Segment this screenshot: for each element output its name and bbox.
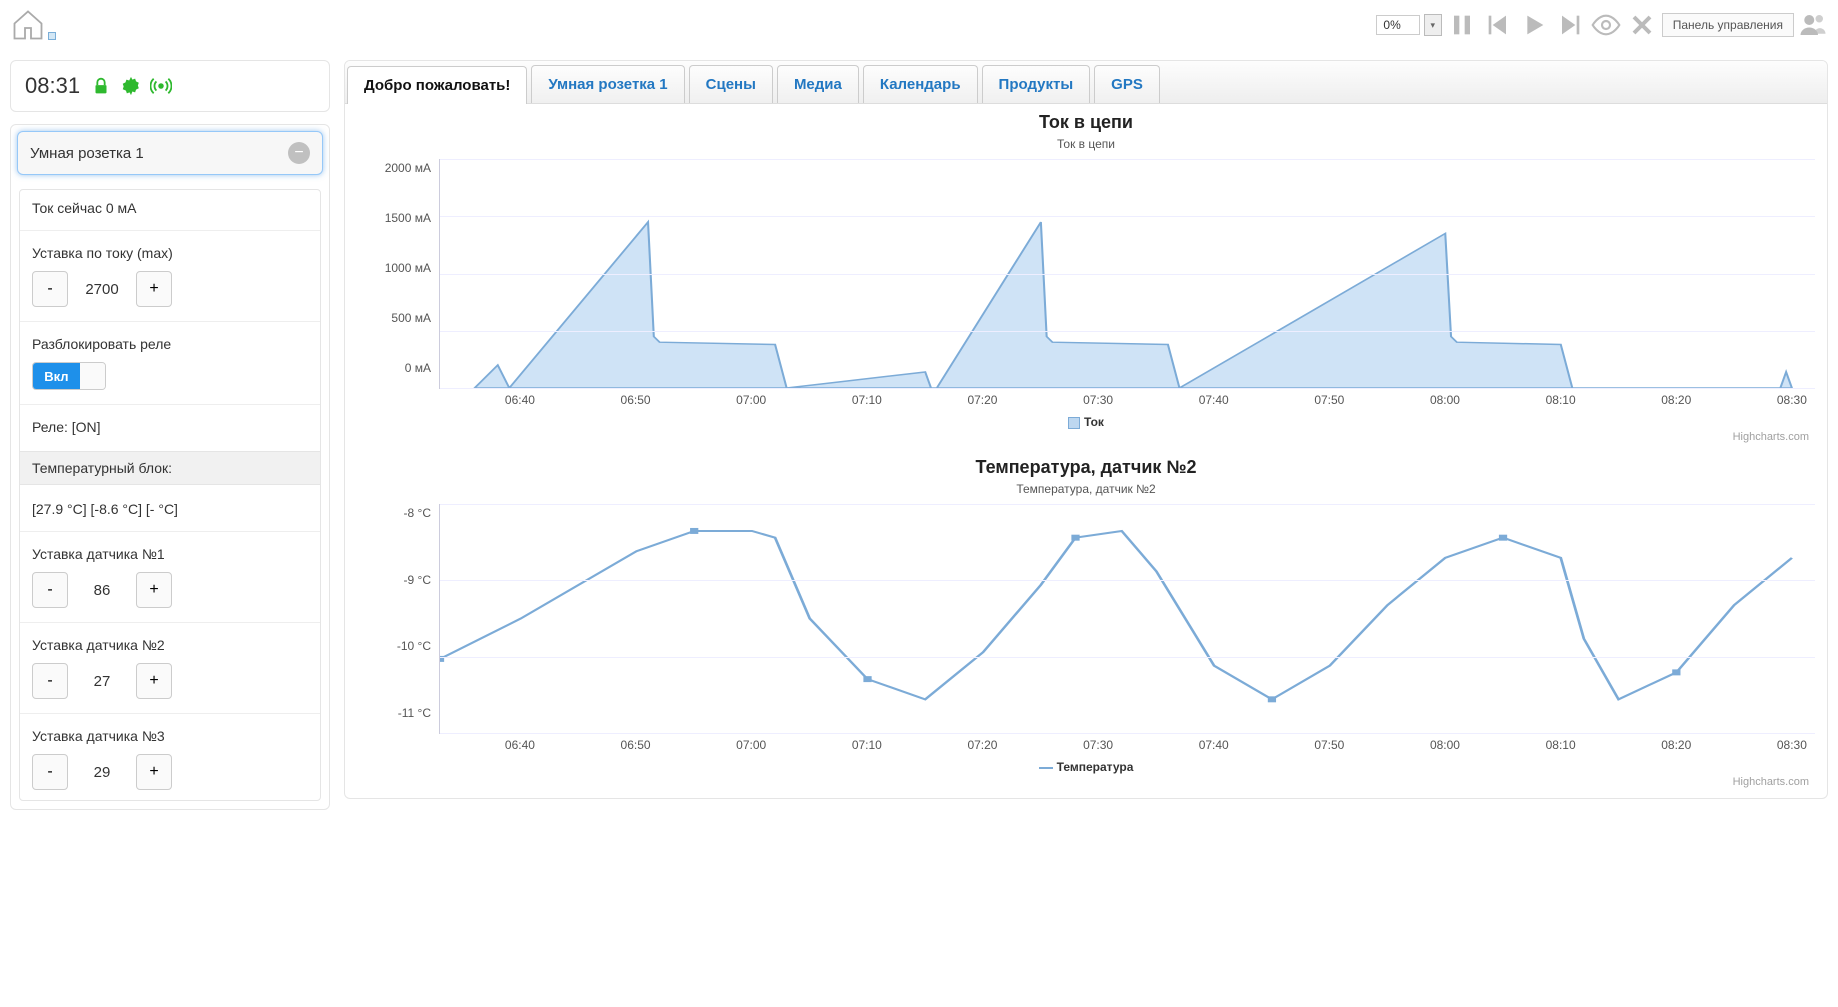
chart-temp-xaxis: 06:4006:5007:0007:1007:2007:3007:4007:50… <box>439 734 1815 752</box>
zoom-dropdown-button[interactable]: ▾ <box>1424 14 1442 36</box>
chart-current-title: Ток в цепи <box>357 112 1815 133</box>
eye-icon[interactable] <box>1590 9 1622 41</box>
tab-welcome[interactable]: Добро пожаловать! <box>347 66 527 104</box>
sensor3-label: Уставка датчика №3 <box>32 728 308 744</box>
unlock-relay-label: Разблокировать реле <box>32 336 308 352</box>
topbar: 0% ▾ Панель управления <box>0 0 1838 50</box>
tab-gps[interactable]: GPS <box>1094 65 1160 103</box>
sensor2-stepper: - 27 + <box>32 663 308 699</box>
sensor1-label: Уставка датчика №1 <box>32 546 308 562</box>
chart-current-xaxis: 06:4006:5007:0007:1007:2007:3007:4007:50… <box>439 389 1815 407</box>
clock: 08:31 <box>25 73 80 99</box>
setpoint-current-value: 2700 <box>74 273 130 306</box>
sensor3-increment[interactable]: + <box>136 754 172 790</box>
status-icons <box>90 75 172 97</box>
zoom-percent-select[interactable]: 0% <box>1376 15 1419 35</box>
home-icon[interactable] <box>10 7 46 43</box>
tab-scenes[interactable]: Сцены <box>689 65 773 103</box>
sensor3-value: 29 <box>74 756 130 789</box>
window-marker-icon <box>48 32 56 40</box>
setpoint-current-label: Уставка по току (max) <box>32 245 308 261</box>
chart-current: Ток в цепи Ток в цепи 2000 мА1500 мА1000… <box>357 108 1815 449</box>
setpoint-current-increment[interactable]: + <box>136 271 172 307</box>
chart-current-legend-text: Ток <box>1084 415 1104 429</box>
divider <box>20 321 320 322</box>
socket-panel-title: Умная розетка 1 <box>30 145 144 162</box>
collapse-button[interactable]: − <box>288 142 310 164</box>
chart-temp: Температура, датчик №2 Температура, датч… <box>357 453 1815 794</box>
socket-panel-body: Ток сейчас 0 мА Уставка по току (max) - … <box>11 181 329 809</box>
sensor1-stepper: - 86 + <box>32 572 308 608</box>
chart-temp-legend: Температура <box>357 760 1815 774</box>
sensor2-decrement[interactable]: - <box>32 663 68 699</box>
sidebar: 08:31 Умная розетка 1 − Ток сейчас 0 мА … <box>10 60 330 810</box>
chart-temp-plot <box>439 504 1815 734</box>
status-card: 08:31 <box>10 60 330 112</box>
legend-swatch-icon <box>1068 417 1080 429</box>
skip-forward-icon[interactable] <box>1554 9 1586 41</box>
signal-icon <box>150 75 172 97</box>
temp-readings: [27.9 °C] [-8.6 °C] [- °C] <box>32 501 308 517</box>
setpoint-current-stepper: - 2700 + <box>32 271 308 307</box>
tab-products[interactable]: Продукты <box>982 65 1091 103</box>
chart-temp-subtitle: Температура, датчик №2 <box>357 482 1815 496</box>
divider <box>20 531 320 532</box>
chart-current-plot <box>439 159 1815 389</box>
socket-panel-header[interactable]: Умная розетка 1 − <box>17 131 323 175</box>
tab-calendar[interactable]: Календарь <box>863 65 978 103</box>
topbar-left <box>10 7 56 43</box>
sensor2-label: Уставка датчика №2 <box>32 637 308 653</box>
lock-icon <box>90 75 112 97</box>
divider <box>20 713 320 714</box>
chart-current-legend: Ток <box>357 415 1815 429</box>
main-panel: Добро пожаловать! Умная розетка 1 Сцены … <box>344 60 1828 799</box>
relay-toggle-on: Вкл <box>33 363 80 389</box>
sensor1-value: 86 <box>74 574 130 607</box>
sensor3-decrement[interactable]: - <box>32 754 68 790</box>
divider <box>20 230 320 231</box>
gear-icon <box>120 75 142 97</box>
tabs: Добро пожаловать! Умная розетка 1 Сцены … <box>345 61 1827 104</box>
skip-back-icon[interactable] <box>1482 9 1514 41</box>
sensor1-increment[interactable]: + <box>136 572 172 608</box>
sensor2-value: 27 <box>74 665 130 698</box>
chart-temp-credit: Highcharts.com <box>357 774 1815 794</box>
chart-current-credit: Highcharts.com <box>357 429 1815 449</box>
socket-subblock: Ток сейчас 0 мА Уставка по току (max) - … <box>19 189 321 801</box>
relay-toggle[interactable]: Вкл <box>32 362 106 390</box>
sensor3-stepper: - 29 + <box>32 754 308 790</box>
close-icon[interactable] <box>1626 9 1658 41</box>
current-now: Ток сейчас 0 мА <box>32 200 308 216</box>
legend-line-icon <box>1039 767 1053 769</box>
chart-temp-body: -8 °C-9 °C-10 °C-11 °C <box>357 504 1815 734</box>
tab-media[interactable]: Медиа <box>777 65 859 103</box>
tab-socket[interactable]: Умная розетка 1 <box>531 65 684 103</box>
socket-panel: Умная розетка 1 − Ток сейчас 0 мА Уставк… <box>10 124 330 810</box>
chart-current-body: 2000 мА1500 мА1000 мА500 мА0 мА <box>357 159 1815 389</box>
chart-current-subtitle: Ток в цепи <box>357 137 1815 151</box>
setpoint-current-decrement[interactable]: - <box>32 271 68 307</box>
sensor1-decrement[interactable]: - <box>32 572 68 608</box>
pause-icon[interactable] <box>1446 9 1478 41</box>
relay-status: Реле: [ON] <box>32 419 308 435</box>
divider <box>20 622 320 623</box>
user-icon[interactable] <box>1798 10 1828 40</box>
relay-toggle-off <box>80 363 105 389</box>
chart-temp-legend-text: Температура <box>1057 760 1134 774</box>
control-panel-button[interactable]: Панель управления <box>1662 13 1794 37</box>
play-icon[interactable] <box>1518 9 1550 41</box>
chart-temp-yaxis: -8 °C-9 °C-10 °C-11 °C <box>357 504 439 734</box>
sensor2-increment[interactable]: + <box>136 663 172 699</box>
chart-temp-title: Температура, датчик №2 <box>357 457 1815 478</box>
charts-container: Ток в цепи Ток в цепи 2000 мА1500 мА1000… <box>345 104 1827 798</box>
divider <box>20 404 320 405</box>
topbar-right: 0% ▾ Панель управления <box>1376 9 1828 41</box>
temp-block-header: Температурный блок: <box>20 451 320 485</box>
chart-current-yaxis: 2000 мА1500 мА1000 мА500 мА0 мА <box>357 159 439 389</box>
